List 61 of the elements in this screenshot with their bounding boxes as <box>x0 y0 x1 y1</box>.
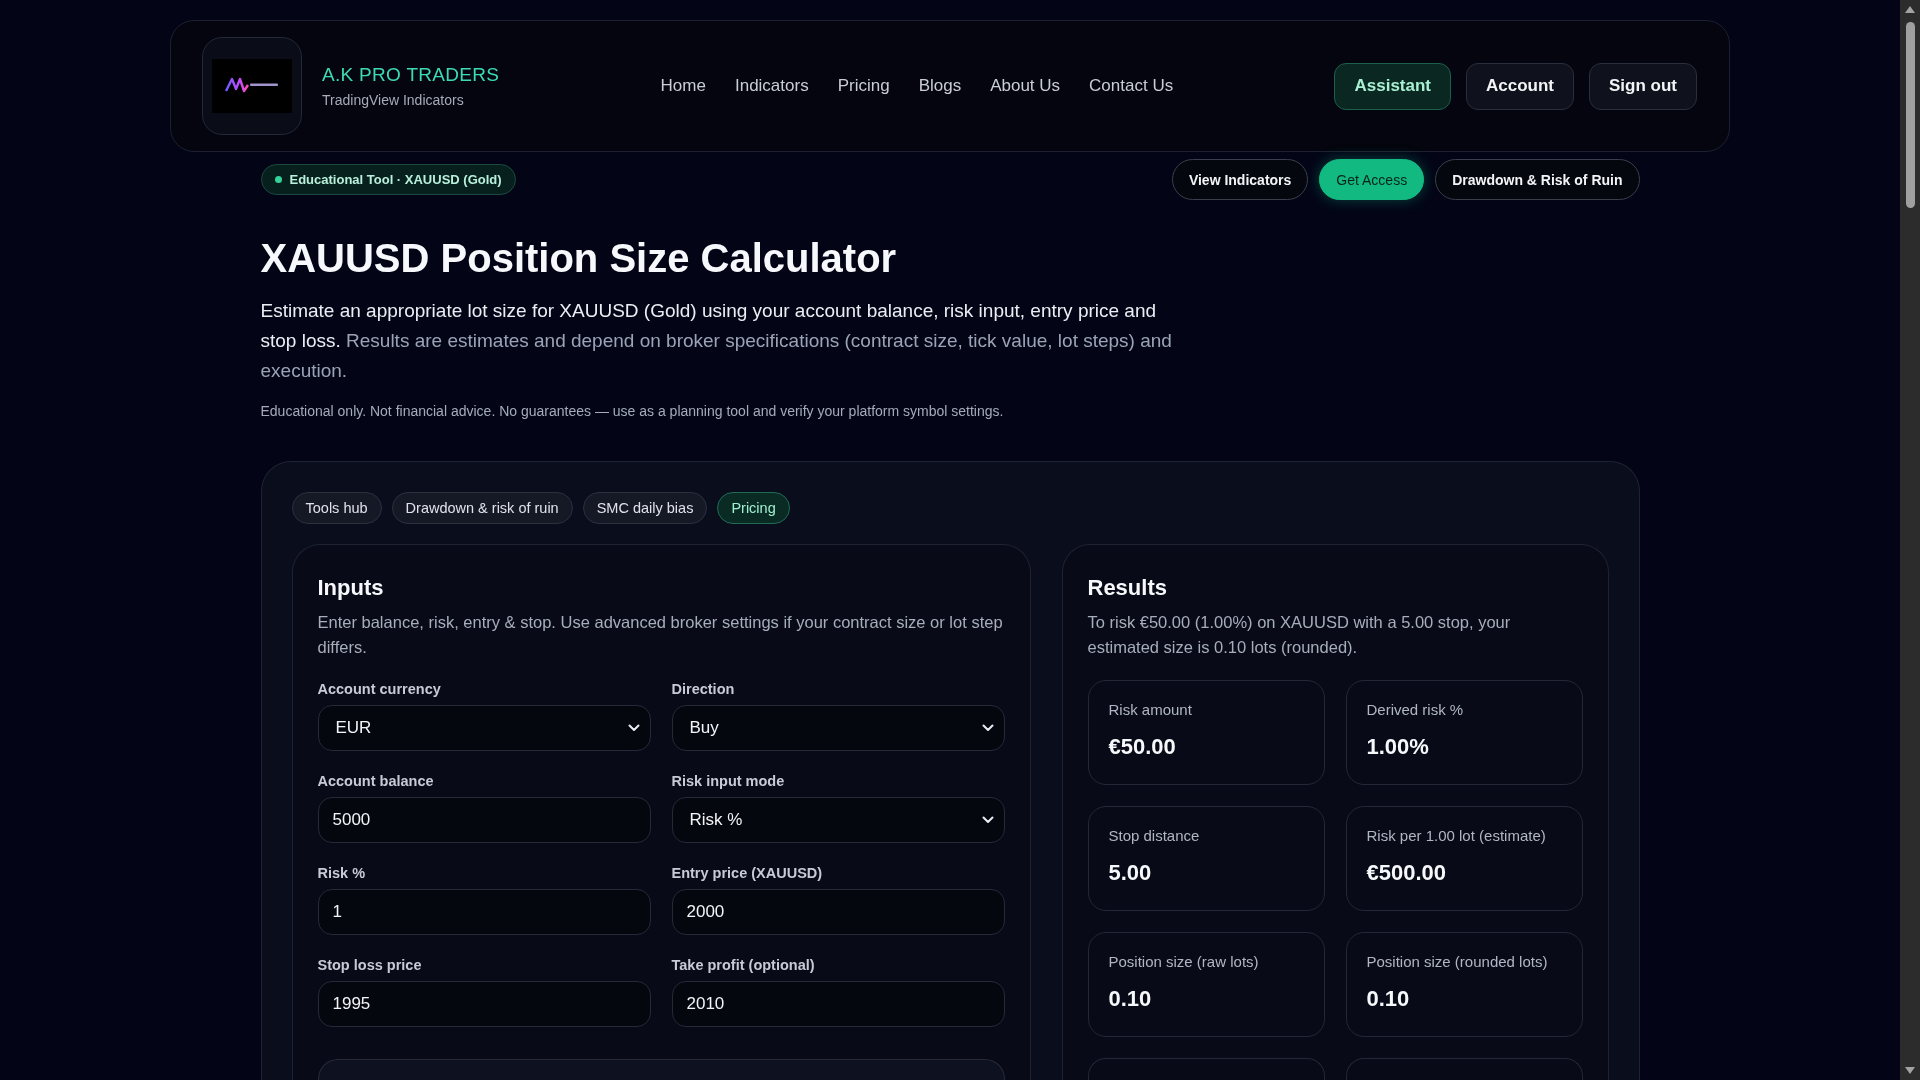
stat-label: Risk amount <box>1108 701 1193 719</box>
field-label: Entry price (XAUUSD) <box>671 864 824 882</box>
stat-value: 1.00% <box>1366 733 1430 761</box>
select-field[interactable]: Risk % <box>671 797 1005 843</box>
stat-value: 0.10 <box>1108 985 1153 1013</box>
section-title: Results <box>1087 574 1168 602</box>
input-field[interactable]: 1995 <box>317 981 651 1027</box>
nav-link[interactable]: About Us <box>990 76 1061 96</box>
nav-link[interactable]: Home <box>660 76 706 96</box>
tool-tab[interactable]: Tools hub <box>291 492 382 524</box>
scroll-up-icon[interactable] <box>1905 6 1915 13</box>
field-label: Risk % <box>317 864 367 882</box>
section-title: Inputs <box>317 574 385 602</box>
field-label: Take profit (optional) <box>671 956 816 974</box>
header-button[interactable]: Sign out <box>1589 62 1697 110</box>
status-dot-icon <box>274 176 282 183</box>
link-button[interactable]: View Indicators <box>1171 159 1309 200</box>
link-button[interactable]: Drawdown & Risk of Ruin <box>1435 159 1640 200</box>
intro-text: Estimate an appropriate lot size for XAUUSD (Gold) using your account balance, risk input, entry price and stop loss. Results are estimates and depend on broker specifications (contract size, tick value, lot steps) and execution. <box>260 299 1173 383</box>
scroll-down-icon[interactable] <box>1905 1067 1915 1074</box>
tag-label: Educational Tool · XAUUSD (Gold) <box>289 172 502 187</box>
field-label: Risk input mode <box>671 772 786 790</box>
field-label: Account balance <box>317 772 435 790</box>
chevron-down-icon <box>981 724 994 732</box>
brand-name: A.K PRO TRADERS <box>322 63 500 86</box>
input-field[interactable]: 5000 <box>317 797 651 843</box>
nav-link[interactable]: Blogs <box>918 76 962 96</box>
stat-label: Derived risk % <box>1366 701 1465 719</box>
stat-value: €500.00 <box>1366 859 1448 887</box>
tool-tab[interactable]: SMC daily bias <box>582 492 708 524</box>
header-button[interactable]: Account <box>1466 62 1574 110</box>
stat-value: 5.00 <box>1108 859 1153 887</box>
brand-tagline: TradingView Indicators <box>322 90 465 109</box>
input-field[interactable]: 2000 <box>671 889 1005 935</box>
nav-link[interactable]: Pricing <box>837 76 890 96</box>
nav-link[interactable]: Contact Us <box>1089 76 1174 96</box>
section-description: Enter balance, risk, entry & stop. Use advanced broker settings if your contract size or lot step differs. <box>317 612 1004 658</box>
field-label: Direction <box>671 680 736 698</box>
field-label: Account currency <box>317 680 442 698</box>
input-field[interactable]: 1 <box>317 889 651 935</box>
chevron-down-icon <box>981 816 994 824</box>
header-button[interactable]: Assistant <box>1334 62 1451 110</box>
stat-label: Risk per 1.00 lot (estimate) <box>1366 827 1547 845</box>
link-button[interactable]: Get Access <box>1319 159 1425 200</box>
input-field[interactable]: 2010 <box>671 981 1005 1027</box>
stat-label: Position size (rounded lots) <box>1366 953 1549 971</box>
select-field[interactable]: Buy <box>671 705 1005 751</box>
nav-link[interactable]: Indicators <box>734 76 809 96</box>
chevron-down-icon <box>627 724 640 732</box>
stat-label: Position size (raw lots) <box>1108 953 1260 971</box>
page-title: XAUUSD Position Size Calculator <box>260 235 897 282</box>
scrollbar-thumb[interactable] <box>1905 22 1915 208</box>
field-label: Stop loss price <box>317 956 423 974</box>
stat-label: Stop distance <box>1108 827 1201 845</box>
tool-tab[interactable]: Pricing <box>717 492 790 524</box>
stat-value: €50.00 <box>1108 733 1177 761</box>
stat-value: 0.10 <box>1366 985 1411 1013</box>
select-field[interactable]: EUR <box>317 705 651 751</box>
results-summary: To risk €50.00 (1.00%) on XAUUSD with a 5.00 stop, your estimated size is 0.10 lots (rounded). <box>1087 612 1512 658</box>
disclaimer-text: Educational only. Not financial advice. No guarantees — use as a planning tool and verify your platform symbol settings. <box>260 402 1004 421</box>
tool-tab[interactable]: Drawdown & risk of ruin <box>391 492 573 524</box>
